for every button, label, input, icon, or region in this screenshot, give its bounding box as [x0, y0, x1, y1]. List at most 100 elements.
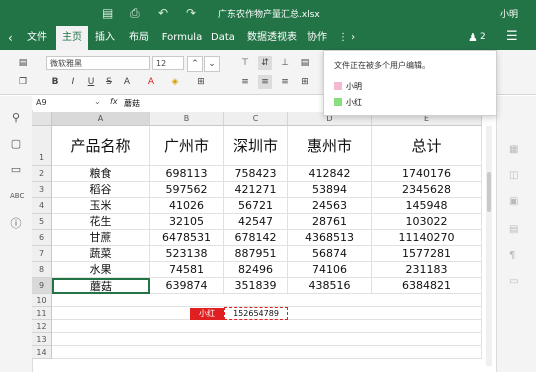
font-color-icon[interactable]: A [144, 75, 158, 89]
align-bottom-icon[interactable]: ⊥ [278, 56, 292, 70]
user-name[interactable]: 小明 [500, 7, 518, 20]
row-header[interactable]: 6 [32, 230, 52, 246]
cell-guangzhou[interactable]: 698113 [150, 166, 224, 182]
cell-shenzhen[interactable]: 421271 [224, 182, 288, 198]
tab-home[interactable]: 主页 [56, 26, 88, 50]
scrollbar-thumb[interactable] [487, 172, 491, 212]
menu-icon[interactable]: ☰ [506, 29, 518, 44]
italic-icon[interactable]: I [66, 75, 80, 89]
tab-insert[interactable]: 插入 [90, 26, 120, 50]
collaborators-icon[interactable]: ♟ [468, 31, 478, 44]
undo-icon[interactable]: ↶ [158, 5, 168, 21]
header-cell-shenzhen[interactable]: 深圳市 [224, 126, 288, 166]
cell-guangzhou[interactable]: 6478531 [150, 230, 224, 246]
cell-guangzhou[interactable]: 523138 [150, 246, 224, 262]
row-header[interactable]: 10 [32, 294, 52, 307]
underline-icon[interactable]: U [84, 75, 98, 89]
row-header[interactable]: 4 [32, 198, 52, 214]
align-top-icon[interactable]: ⊤ [238, 56, 252, 70]
bold-icon[interactable]: B [48, 75, 62, 89]
fx-icon[interactable]: fx [110, 97, 118, 106]
row-header[interactable]: 14 [32, 346, 52, 359]
cell-shenzhen[interactable]: 42547 [224, 214, 288, 230]
redo-icon[interactable]: ↷ [186, 5, 196, 21]
tab-pivot[interactable]: 数据透视表 [244, 26, 300, 50]
cell-settings-icon[interactable]: ▦ [509, 144, 518, 155]
align-right-icon[interactable]: ≡ [278, 75, 292, 89]
collaborators-count[interactable]: 2 [480, 32, 486, 42]
cell-product[interactable]: 稻谷 [52, 182, 150, 198]
cell-huizhou[interactable]: 53894 [288, 182, 372, 198]
cell-guangzhou[interactable]: 74581 [150, 262, 224, 278]
paragraph-settings-icon[interactable]: ¶ [509, 250, 515, 261]
formula-input[interactable]: 蘑菇 [124, 98, 140, 109]
cell-shenzhen[interactable]: 678142 [224, 230, 288, 246]
cell-shenzhen[interactable]: 82496 [224, 262, 288, 278]
row-header[interactable]: 3 [32, 182, 52, 198]
header-cell-product[interactable]: 产品名称 [52, 126, 150, 166]
more-tabs-icon[interactable]: ⋮ › [338, 32, 355, 43]
merge-icon[interactable]: ⊞ [298, 75, 312, 89]
row-header[interactable]: 12 [32, 320, 52, 333]
cell-shenzhen[interactable]: 758423 [224, 166, 288, 182]
row-header[interactable]: 9 [32, 278, 52, 294]
name-box-dropdown-icon[interactable]: ⌄ [94, 97, 101, 106]
row-header[interactable]: 5 [32, 214, 52, 230]
print-icon[interactable]: ⎙ [130, 5, 140, 21]
align-center-icon[interactable]: ≡ [258, 75, 272, 89]
header-cell-huizhou[interactable]: 惠州市 [288, 126, 372, 166]
selected-cell-product[interactable]: 蘑菇 [52, 278, 150, 294]
cell-huizhou[interactable]: 28761 [288, 214, 372, 230]
font-name-select[interactable]: 微软雅黑 [46, 56, 150, 70]
table-settings-icon[interactable]: ◫ [509, 170, 518, 181]
select-all-corner[interactable] [32, 112, 52, 126]
fill-color-icon[interactable]: ◈ [168, 75, 182, 89]
tab-data[interactable]: Data [208, 26, 238, 50]
text-art-icon[interactable]: ▭ [509, 276, 518, 287]
info-icon[interactable]: ⓘ [10, 218, 22, 230]
spreadsheet-grid[interactable]: A B C D E 1 2 3 4 5 6 7 8 9 10 11 12 13 … [32, 112, 484, 364]
comment-icon[interactable]: ▢ [10, 138, 22, 150]
column-header-b[interactable]: B [150, 112, 224, 126]
header-cell-guangzhou[interactable]: 广州市 [150, 126, 224, 166]
search-icon[interactable]: ⚲ [10, 112, 22, 124]
cell-product[interactable]: 水果 [52, 262, 150, 278]
align-left-icon[interactable]: ≡ [238, 75, 252, 89]
font-size-cycle-icon[interactable]: A [120, 75, 134, 89]
copy-icon[interactable]: ❐ [16, 75, 30, 89]
cell-total[interactable]: 145948 [372, 198, 482, 214]
cell-total[interactable]: 1740176 [372, 166, 482, 182]
cell-huizhou[interactable]: 412842 [288, 166, 372, 182]
chart-settings-icon[interactable]: ▤ [509, 224, 518, 235]
empty-row[interactable] [52, 294, 482, 307]
empty-row[interactable] [52, 320, 482, 333]
strikethrough-icon[interactable]: S [102, 75, 116, 89]
spellcheck-icon[interactable]: ABC [10, 190, 24, 202]
back-chevron-icon[interactable]: ‹ [8, 31, 13, 45]
column-header-c[interactable]: C [224, 112, 288, 126]
cell-huizhou[interactable]: 4368513 [288, 230, 372, 246]
increase-font-icon[interactable]: ⌃ [187, 56, 203, 72]
cell-guangzhou[interactable]: 639874 [150, 278, 224, 294]
row-header[interactable]: 1 [32, 126, 52, 166]
cell-huizhou[interactable]: 56874 [288, 246, 372, 262]
cell-total[interactable]: 1577281 [372, 246, 482, 262]
tab-file[interactable]: 文件 [22, 26, 52, 50]
font-size-select[interactable]: 12 [152, 56, 184, 70]
row-header[interactable]: 7 [32, 246, 52, 262]
row-header[interactable]: 2 [32, 166, 52, 182]
name-box[interactable]: A9 [36, 98, 47, 107]
cell-total[interactable]: 103022 [372, 214, 482, 230]
tab-collab[interactable]: 协作 [302, 26, 332, 50]
row-header[interactable]: 11 [32, 307, 52, 320]
cell-guangzhou[interactable]: 32105 [150, 214, 224, 230]
row-header[interactable]: 8 [32, 262, 52, 278]
borders-icon[interactable]: ⊞ [194, 75, 208, 89]
cell-huizhou[interactable]: 24563 [288, 198, 372, 214]
cell-total[interactable]: 11140270 [372, 230, 482, 246]
cell-product[interactable]: 花生 [52, 214, 150, 230]
cell-product[interactable]: 玉米 [52, 198, 150, 214]
wrap-text-icon[interactable]: ▤ [298, 56, 312, 70]
decrease-font-icon[interactable]: ⌄ [204, 56, 220, 72]
empty-row[interactable] [52, 346, 482, 359]
